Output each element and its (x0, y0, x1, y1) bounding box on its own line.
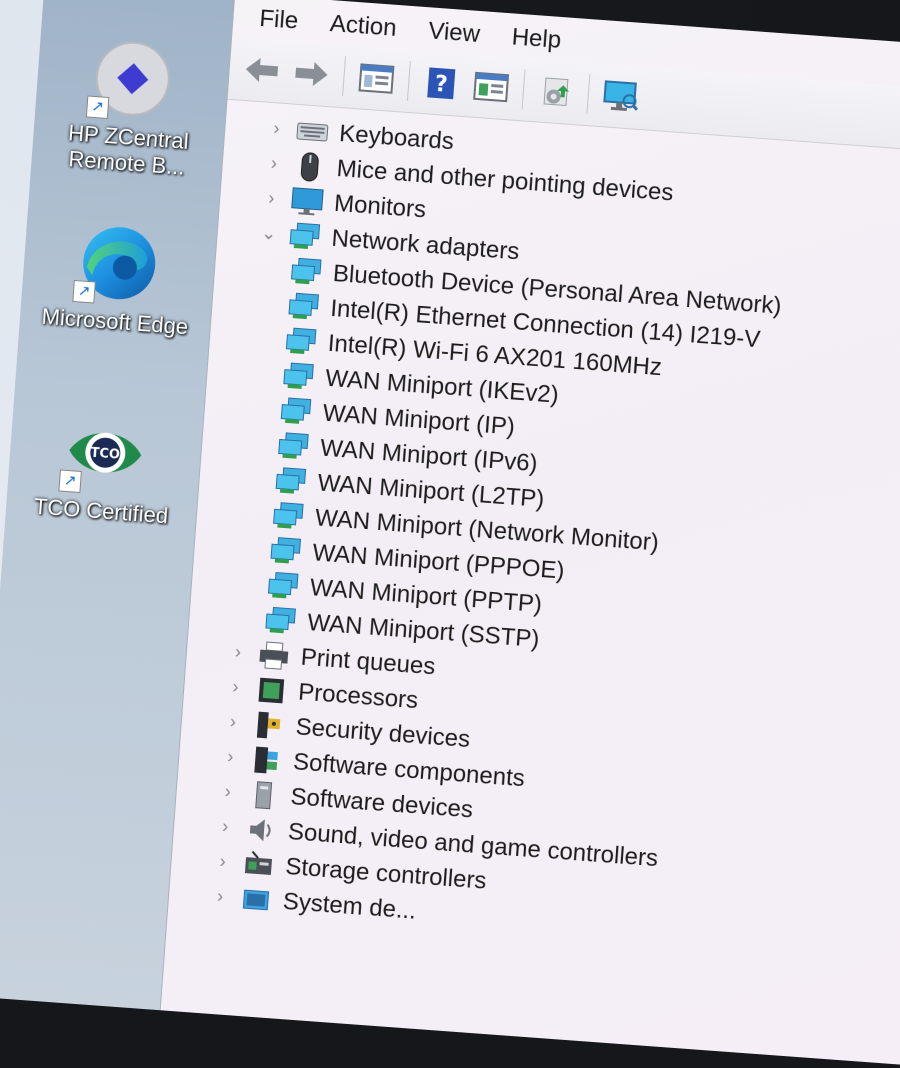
device-tree: › Keyboards › Mice and other pointing de… (168, 100, 900, 969)
collapse-chevron-icon[interactable]: ⌄ (257, 222, 280, 245)
forward-button[interactable] (288, 50, 335, 97)
desktop-icon-tco-certified[interactable]: TCO ↗ TCO Certified (25, 409, 183, 530)
printer-icon (256, 639, 292, 671)
desktop-icon-label: TCO Certified (33, 493, 170, 529)
scan-hardware-button[interactable] (597, 73, 644, 120)
network-adapter-icon (286, 290, 322, 322)
menu-view[interactable]: View (415, 16, 501, 56)
menu-action[interactable]: Action (317, 9, 418, 50)
screen: ↗ HP ZCentral Remote B... ↗ Microsoft Ed… (0, 0, 900, 1068)
network-adapter-icon (280, 360, 316, 392)
help-button[interactable]: ? (418, 60, 465, 107)
network-adapter-icon (265, 569, 301, 601)
toolbar-separator (342, 56, 347, 97)
expand-chevron-icon[interactable]: › (213, 816, 236, 839)
processor-icon (253, 674, 289, 706)
storage-controller-icon (241, 848, 277, 880)
monitor-icon (289, 185, 325, 217)
expand-chevron-icon[interactable]: › (226, 641, 249, 664)
speaker-icon (243, 813, 279, 845)
network-adapter-icon (262, 604, 298, 636)
tree-node-label: System de... (281, 887, 417, 925)
svg-text:TCO: TCO (90, 446, 120, 463)
scan-hardware-icon (603, 80, 639, 111)
edge-icon: ↗ (72, 223, 160, 304)
desktop-icon-label: Microsoft Edge (40, 303, 190, 340)
desktop-icon-hp-zcentral[interactable]: ↗ HP ZCentral Remote B... (51, 35, 211, 182)
tree-node-label: Monitors (333, 189, 428, 224)
security-device-icon (251, 709, 287, 741)
hp-zcentral-icon: ↗ (85, 38, 173, 120)
expand-chevron-icon[interactable]: › (262, 153, 285, 176)
shortcut-arrow-icon: ↗ (58, 469, 82, 494)
update-driver-icon (543, 77, 570, 107)
mouse-icon (292, 150, 328, 182)
show-hide-tree-icon (358, 63, 395, 94)
toolbar-separator (521, 69, 526, 110)
tree-node-label: Processors (297, 678, 420, 714)
device-manager-window: File Action View Help ? › Keyboards › Mi… (159, 0, 900, 1068)
show-hide-tree-button[interactable] (353, 55, 400, 102)
network-adapter-icon (287, 220, 323, 252)
svg-text:?: ? (434, 72, 449, 98)
back-arrow-icon (245, 58, 279, 82)
menu-help[interactable]: Help (498, 23, 582, 63)
expand-chevron-icon[interactable]: › (216, 781, 239, 804)
network-adapter-icon (273, 465, 309, 497)
expand-chevron-icon[interactable]: › (208, 886, 231, 909)
network-adapter-icon (283, 325, 319, 357)
properties-icon (473, 71, 510, 103)
help-icon: ? (427, 67, 456, 100)
keyboard-icon (294, 115, 330, 147)
network-adapter-icon (278, 395, 314, 427)
network-adapter-list: Bluetooth Device (Personal Area Network)… (188, 247, 900, 690)
software-device-icon (246, 779, 282, 811)
network-adapter-icon (268, 534, 304, 566)
tco-certified-icon: TCO ↗ (58, 412, 146, 494)
expand-chevron-icon[interactable]: › (265, 118, 288, 141)
expand-chevron-icon[interactable]: › (219, 746, 242, 769)
toolbar-separator (406, 60, 411, 101)
forward-arrow-icon (295, 61, 328, 86)
software-component-icon (248, 744, 284, 776)
shortcut-arrow-icon: ↗ (72, 279, 96, 304)
expand-chevron-icon[interactable]: › (260, 187, 283, 210)
system-device-icon (238, 883, 274, 915)
back-button[interactable] (238, 47, 285, 94)
network-adapter-icon (270, 500, 306, 532)
network-adapter-icon (275, 430, 311, 462)
desktop-icon-microsoft-edge[interactable]: ↗ Microsoft Edge (39, 220, 197, 341)
expand-chevron-icon[interactable]: › (221, 711, 244, 734)
expand-chevron-icon[interactable]: › (211, 851, 234, 874)
properties-button[interactable] (468, 63, 515, 110)
menu-file[interactable]: File (246, 4, 319, 43)
toolbar-separator (586, 74, 591, 115)
expand-chevron-icon[interactable]: › (224, 676, 247, 699)
category-list-after: › Print queues › Processors › Security device… (168, 631, 900, 969)
network-adapter-icon (288, 255, 324, 287)
update-driver-button[interactable] (532, 68, 579, 115)
tree-node-label: Keyboards (338, 119, 455, 155)
desktop-icon-label: HP ZCentral Remote B... (67, 120, 190, 180)
shortcut-arrow-icon: ↗ (85, 95, 110, 120)
